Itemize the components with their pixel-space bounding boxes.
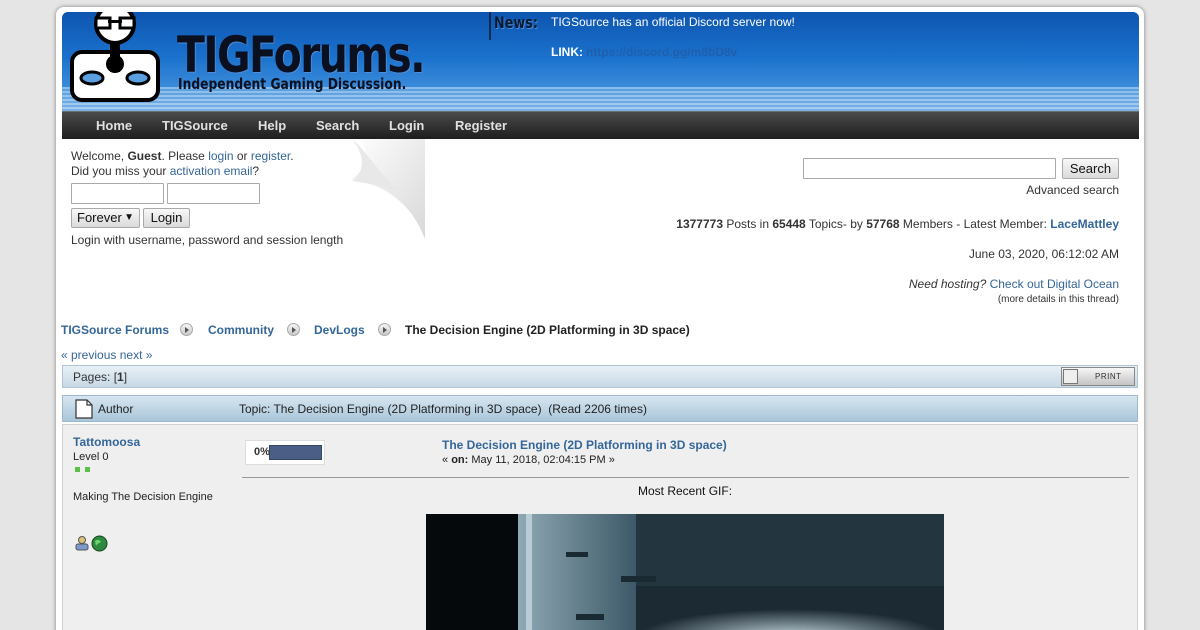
latest-member-link[interactable]: LaceMattley	[1050, 217, 1119, 231]
register-link[interactable]: register	[251, 149, 290, 163]
dropdown-arrow-icon: ▼	[124, 212, 134, 223]
username-input[interactable]	[71, 183, 164, 204]
forum-stats: 1377773 Posts in 65448 Topics- by 57768 …	[676, 217, 1119, 231]
breadcrumb-forums[interactable]: TIGSource Forums	[61, 323, 169, 337]
breadcrumb-community[interactable]: Community	[208, 323, 274, 337]
pages-indicator: Pages: [1]	[73, 370, 127, 384]
pages-close-bracket: ]	[123, 370, 128, 384]
breadcrumb-arrow-icon	[287, 323, 300, 336]
breadcrumb-devlogs[interactable]: DevLogs	[314, 323, 365, 337]
search-input[interactable]	[803, 158, 1056, 179]
rank-star-icon	[75, 467, 80, 472]
progress-badge: 0%	[245, 440, 325, 465]
breadcrumb-arrow-icon	[180, 323, 193, 336]
advanced-search-link[interactable]: Advanced search	[1026, 183, 1119, 197]
more-details-link[interactable]: (more details in this thread)	[998, 294, 1119, 305]
news-text: TIGSource has an official Discord server…	[551, 15, 795, 29]
site-header: TIGForums. Independent Gaming Discussion…	[62, 12, 1139, 111]
hosting-line: Need hosting? Check out Digital Ocean	[909, 277, 1119, 291]
breadcrumb-current-topic: The Decision Engine (2D Platforming in 3…	[405, 323, 690, 337]
gif-scene	[426, 514, 944, 630]
topics-label: Topics- by	[805, 217, 867, 231]
news-divider	[489, 12, 491, 40]
members-label: Members - Latest Member:	[899, 217, 1051, 231]
please-text: . Please	[161, 149, 209, 163]
login-button[interactable]: Login	[143, 208, 190, 228]
post-author-link[interactable]: Tattomoosa	[73, 435, 140, 449]
printer-icon	[1063, 369, 1078, 384]
period-text: .	[290, 149, 294, 163]
menu-register[interactable]: Register	[455, 118, 507, 133]
news-link-label: LINK:	[551, 45, 583, 59]
hosting-question: Need hosting?	[908, 277, 987, 291]
progress-text: 0%	[254, 446, 270, 458]
question-mark: ?	[252, 164, 260, 178]
posts-label: Posts in	[723, 217, 773, 231]
previous-topic-link[interactable]: « previous	[61, 348, 116, 362]
next-topic-link[interactable]: next »	[120, 348, 153, 362]
login-link[interactable]: login	[208, 149, 233, 163]
topic-header-bar: Author Topic: The Decision Engine (2D Pl…	[62, 395, 1138, 422]
login-hint: Login with username, password and sessio…	[71, 233, 344, 247]
activation-email-link[interactable]: activation email	[170, 164, 253, 178]
news-label: News:	[494, 13, 538, 32]
profile-icon[interactable]	[74, 535, 90, 551]
or-text: or	[233, 149, 251, 163]
current-page: 1	[117, 370, 124, 384]
welcome-box: Welcome, Guest. Please login or register…	[71, 149, 294, 179]
topics-count: 65448	[772, 217, 806, 231]
session-length-value: Forever	[77, 210, 122, 225]
menu-login[interactable]: Login	[389, 118, 424, 133]
post-date: « on: May 11, 2018, 02:04:15 PM »	[442, 454, 615, 466]
password-input[interactable]	[167, 183, 260, 204]
welcome-line: Welcome, Guest. Please login or register…	[71, 149, 294, 164]
author-personal-text: Making The Decision Engine	[73, 491, 213, 503]
author-level: Level 0	[73, 451, 109, 463]
digital-ocean-link[interactable]: Check out Digital Ocean	[990, 277, 1119, 291]
website-globe-icon[interactable]	[91, 535, 108, 552]
pages-label: Pages: [	[73, 370, 118, 384]
post-date-label: on:	[451, 454, 469, 466]
session-length-select[interactable]: Forever ▼	[71, 208, 140, 228]
menu-help[interactable]: Help	[258, 118, 286, 133]
post-title-link[interactable]: The Decision Engine (2D Platforming in 3…	[442, 438, 727, 452]
search-button[interactable]: Search	[1062, 158, 1119, 179]
pages-bar: Pages: [1] PRINT	[62, 365, 1138, 388]
progress-bar	[269, 445, 322, 460]
rank-star-icon	[85, 467, 90, 472]
logo-subtitle: Independent Gaming Discussion.	[178, 75, 407, 93]
guest-name: Guest	[127, 149, 162, 163]
current-date: June 03, 2020, 06:12:02 AM	[968, 247, 1119, 261]
post-date-prefix: «	[442, 454, 452, 466]
page-curl-decoration	[350, 139, 425, 239]
activation-line: Did you miss your activation email?	[71, 164, 294, 179]
topic-navigation: « previous next »	[61, 348, 152, 362]
post-gif-image	[426, 514, 944, 630]
author-column-label: Author	[98, 402, 134, 416]
posts-count: 1377773	[676, 217, 723, 231]
joystick-mascot-logo[interactable]	[66, 12, 166, 110]
menu-search[interactable]: Search	[316, 118, 359, 133]
breadcrumb-arrow-icon	[378, 323, 391, 336]
menu-home[interactable]: Home	[96, 118, 132, 133]
print-label: PRINT	[1095, 372, 1122, 381]
discord-link[interactable]: https://discord.gg/m8bD8v	[586, 45, 737, 59]
missed-text: Did you miss your	[71, 164, 170, 178]
print-button[interactable]: PRINT	[1061, 367, 1135, 386]
post-divider	[242, 477, 1129, 478]
main-menu: Home TIGSource Help Search Login Registe…	[62, 111, 1139, 139]
post-date-value: May 11, 2018, 02:04:15 PM »	[468, 454, 615, 466]
members-count: 57768	[866, 217, 900, 231]
topic-document-icon	[75, 399, 93, 419]
topic-title-line: Topic: The Decision Engine (2D Platformi…	[239, 402, 647, 416]
post-body-heading: Most Recent GIF:	[638, 484, 733, 498]
menu-tigsource[interactable]: TIGSource	[162, 118, 228, 133]
welcome-text: Welcome,	[71, 149, 128, 163]
